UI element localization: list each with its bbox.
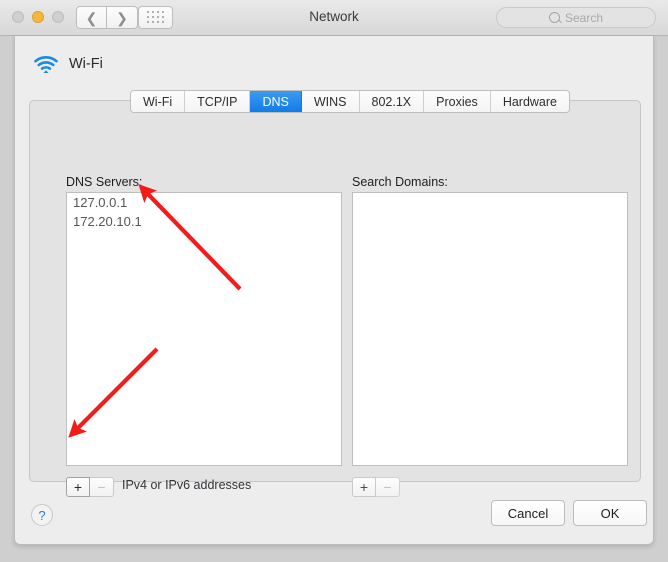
list-item[interactable]: 127.0.0.1 [67, 193, 341, 212]
list-item[interactable]: 172.20.10.1 [67, 212, 341, 231]
dns-servers-label: DNS Servers: [66, 175, 143, 189]
service-name-label: Wi-Fi [69, 56, 103, 72]
tab-dns[interactable]: DNS [250, 91, 302, 112]
window-titlebar: ❮ ❯ Network Search [0, 0, 668, 36]
network-settings-sheet: Wi-Fi Wi-Fi TCP/IP DNS WINS 802.1X Proxi… [14, 36, 654, 545]
tab-tcpip[interactable]: TCP/IP [185, 91, 251, 112]
dns-add-remove-group: + − [66, 477, 114, 497]
tab-wifi[interactable]: Wi-Fi [131, 91, 186, 112]
search-domains-remove-button[interactable]: − [376, 477, 400, 497]
tab-8021x[interactable]: 802.1X [359, 91, 425, 112]
tab-content-panel: Wi-Fi TCP/IP DNS WINS 802.1X Proxies Har… [29, 90, 641, 497]
search-domains-label: Search Domains: [352, 175, 448, 189]
tab-bar: Wi-Fi TCP/IP DNS WINS 802.1X Proxies Har… [130, 90, 570, 113]
dns-add-button[interactable]: + [66, 477, 90, 497]
help-button[interactable]: ? [31, 504, 53, 526]
service-header: Wi-Fi [33, 54, 103, 74]
search-domains-add-remove-group: + − [352, 477, 400, 497]
cancel-button[interactable]: Cancel [491, 500, 565, 526]
tab-proxies[interactable]: Proxies [424, 91, 491, 112]
tab-wins[interactable]: WINS [301, 91, 360, 112]
search-domains-add-button[interactable]: + [352, 477, 376, 497]
wifi-icon [34, 56, 58, 73]
search-domains-list[interactable] [352, 192, 628, 466]
dns-servers-list[interactable]: 127.0.0.1 172.20.10.1 [66, 192, 342, 466]
network-preferences-window: ❮ ❯ Network Search Wi-Fi Wi-Fi TCP/IP DN… [0, 0, 668, 562]
wifi-dot-icon [43, 70, 49, 73]
search-placeholder: Search [564, 10, 604, 25]
dns-address-hint: IPv4 or IPv6 addresses [122, 478, 252, 492]
search-input[interactable]: Search [496, 7, 656, 28]
tab-hardware[interactable]: Hardware [490, 91, 569, 112]
dns-remove-button[interactable]: − [90, 477, 114, 497]
search-icon [548, 12, 560, 23]
ok-button[interactable]: OK [573, 500, 647, 526]
